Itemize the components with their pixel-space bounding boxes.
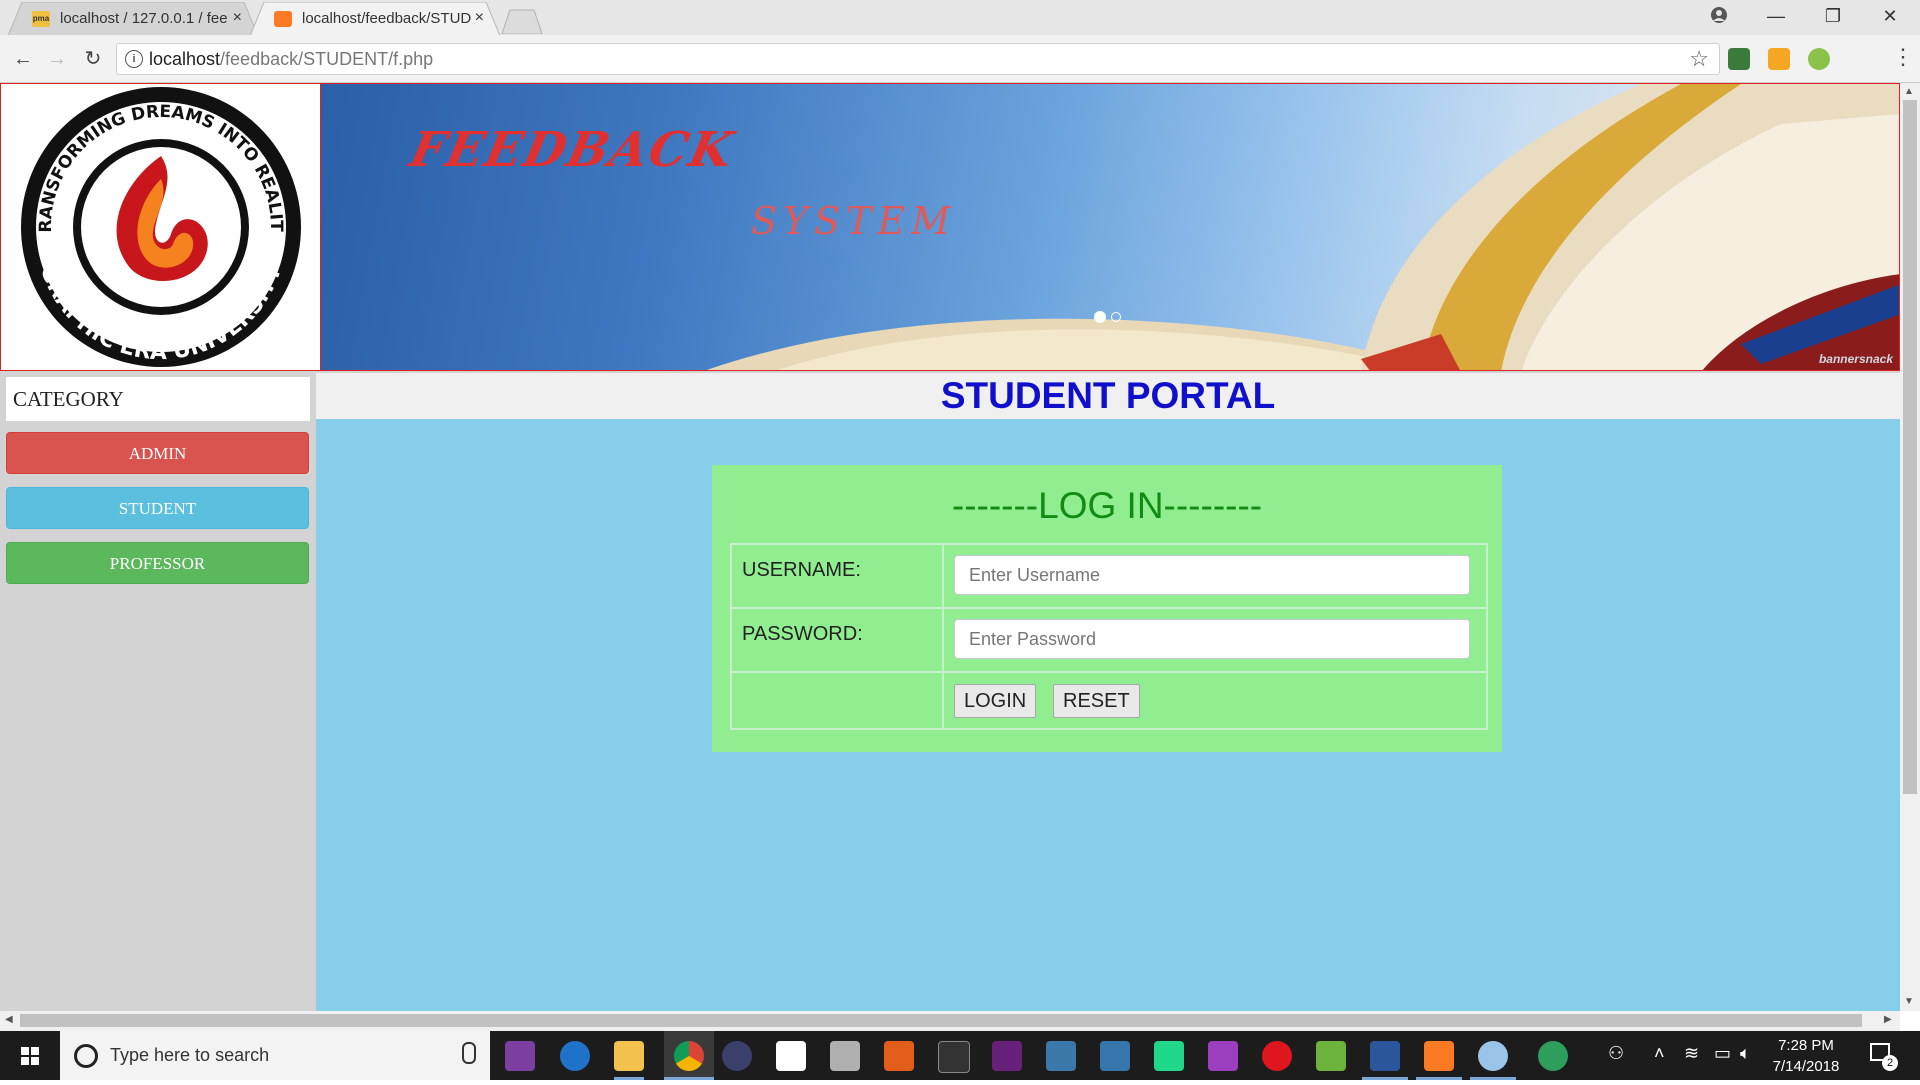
- bannersnack-watermark: bannersnack: [1818, 352, 1893, 366]
- university-logo: TRANSFORMING DREAMS INTO REALITY GRAPHIC…: [0, 83, 321, 371]
- edge-icon[interactable]: [560, 1041, 590, 1071]
- username-input-cell: [943, 544, 1487, 608]
- phpstorm-icon-2[interactable]: [1208, 1041, 1238, 1071]
- extension-shield-icon[interactable]: [1768, 48, 1790, 70]
- windows-logo-icon: [21, 1047, 39, 1065]
- visual-studio-icon[interactable]: [992, 1041, 1022, 1071]
- extension-globe-icon[interactable]: [1728, 48, 1750, 70]
- main-content: -------LOG IN-------- USERNAME: PASSWORD…: [316, 419, 1900, 1011]
- xampp-favicon-icon: [274, 11, 292, 27]
- portal-header: STUDENT PORTAL: [316, 373, 1900, 419]
- login-panel: -------LOG IN-------- USERNAME: PASSWORD…: [712, 465, 1502, 752]
- volume-icon[interactable]: 🔈︎: [1740, 1043, 1751, 1064]
- paint-icon[interactable]: [1478, 1041, 1508, 1071]
- url-text: localhost/feedback/STUDENT/f.php: [149, 49, 434, 69]
- username-label: USERNAME:: [742, 559, 861, 581]
- show-hidden-icons-chevron-icon[interactable]: ˄: [1654, 1043, 1665, 1064]
- login-button[interactable]: LOGIN: [954, 684, 1037, 718]
- start-button[interactable]: [0, 1031, 60, 1080]
- admin-button[interactable]: ADMIN: [6, 432, 309, 474]
- close-window-button[interactable]: ✕: [1862, 0, 1918, 34]
- scroll-right-arrow-icon[interactable]: ▶: [1884, 1014, 1892, 1025]
- page-viewport: TRANSFORMING DREAMS INTO REALITY GRAPHIC…: [0, 83, 1900, 1011]
- wifi-icon[interactable]: ≋: [1684, 1043, 1699, 1064]
- close-icon[interactable]: ×: [233, 9, 242, 27]
- search-placeholder: Type here to search: [110, 1045, 270, 1065]
- reset-button[interactable]: RESET: [1053, 684, 1140, 718]
- info-icon[interactable]: i: [125, 50, 143, 68]
- password-label: PASSWORD:: [742, 623, 863, 645]
- username-label-cell: USERNAME:: [731, 544, 943, 608]
- minimize-button[interactable]: —: [1748, 0, 1804, 34]
- keyboard-app-icon[interactable]: [776, 1041, 806, 1071]
- clock-date: 7/14/2018: [1772, 1058, 1840, 1075]
- banner-subtitle: SYSTEM: [751, 199, 957, 243]
- chrome-icon[interactable]: [674, 1041, 704, 1071]
- login-heading: -------LOG IN--------: [951, 485, 1263, 526]
- password-input-cell: [943, 608, 1487, 672]
- database-icon[interactable]: [830, 1041, 860, 1071]
- eclipse-icon[interactable]: [722, 1041, 752, 1071]
- address-bar[interactable]: i localhost/feedback/STUDENT/f.php ☆: [116, 43, 1720, 75]
- reload-icon[interactable]: ↻: [80, 46, 106, 72]
- professor-button[interactable]: PROFESSOR: [6, 542, 309, 584]
- notification-badge: 2: [1882, 1055, 1898, 1071]
- matlab-icon[interactable]: [884, 1041, 914, 1071]
- phpstorm-icon[interactable]: [505, 1041, 535, 1071]
- banner-slideshow: FEEDBACK SYSTEM bannersnack: [320, 83, 1900, 371]
- tab-phpmyadmin[interactable]: pma localhost / 127.0.0.1 / fee ×: [8, 2, 258, 36]
- bookmark-star-icon[interactable]: ☆: [1689, 46, 1709, 72]
- python-idle-icon[interactable]: [1046, 1041, 1076, 1071]
- tab-title: localhost / 127.0.0.1 / fee: [60, 10, 228, 27]
- extension-face-icon[interactable]: [1808, 48, 1830, 70]
- slide-dot-active[interactable]: [1094, 311, 1106, 323]
- student-button[interactable]: STUDENT: [6, 487, 309, 529]
- new-tab-button[interactable]: [500, 8, 544, 35]
- python-icon[interactable]: [1100, 1041, 1130, 1071]
- terminal-icon[interactable]: [938, 1041, 970, 1073]
- people-icon[interactable]: ⚇: [1608, 1043, 1624, 1064]
- maximize-button[interactable]: ❐: [1805, 0, 1861, 34]
- username-input[interactable]: [954, 555, 1470, 595]
- xampp-icon[interactable]: [1424, 1041, 1454, 1071]
- scroll-up-arrow-icon[interactable]: ▲: [1904, 86, 1914, 97]
- scroll-left-arrow-icon[interactable]: ◀: [5, 1014, 13, 1025]
- page-title: STUDENT PORTAL: [940, 375, 1276, 416]
- vertical-scroll-thumb[interactable]: [1903, 100, 1917, 794]
- windows-taskbar: Type here to search ⚇ ˄ ≋ ▭ 🔈︎ 7:28 PM 7…: [0, 1031, 1920, 1080]
- microphone-icon[interactable]: [462, 1042, 476, 1064]
- activity-monitor-icon[interactable]: [1538, 1041, 1568, 1071]
- category-heading: CATEGORY: [6, 377, 310, 421]
- empty-cell: [731, 672, 943, 729]
- phpmyadmin-favicon-icon: pma: [32, 11, 50, 27]
- password-label-cell: PASSWORD:: [731, 608, 943, 672]
- menu-kebab-icon[interactable]: ⋮: [1892, 46, 1914, 68]
- tab-title: localhost/feedback/STUD: [302, 10, 472, 27]
- scroll-down-arrow-icon[interactable]: ▼: [1904, 996, 1914, 1007]
- banner-title: FEEDBACK: [405, 122, 740, 178]
- password-input[interactable]: [954, 619, 1470, 659]
- file-explorer-icon[interactable]: [614, 1041, 644, 1071]
- pycharm-icon[interactable]: [1154, 1041, 1184, 1071]
- notepad-plus-icon[interactable]: [1316, 1041, 1346, 1071]
- tab-strip: pma localhost / 127.0.0.1 / fee × localh…: [0, 0, 1920, 36]
- close-icon[interactable]: ×: [475, 9, 484, 27]
- horizontal-scroll-thumb[interactable]: [20, 1014, 1862, 1027]
- battery-icon[interactable]: ▭: [1714, 1043, 1731, 1064]
- slide-dot[interactable]: [1111, 312, 1121, 322]
- clock-time: 7:28 PM: [1778, 1037, 1834, 1054]
- system-clock[interactable]: 7:28 PM 7/14/2018: [1764, 1035, 1848, 1077]
- login-form: USERNAME: PASSWORD: LOGIN RESET: [730, 543, 1488, 730]
- category-sidebar: CATEGORY ADMIN STUDENT PROFESSOR: [0, 371, 316, 1011]
- taskbar-search[interactable]: Type here to search: [60, 1031, 490, 1080]
- word-icon[interactable]: [1370, 1041, 1400, 1071]
- forward-arrow-icon[interactable]: →: [44, 46, 70, 72]
- button-cell: LOGIN RESET: [943, 672, 1487, 729]
- back-arrow-icon[interactable]: ←: [10, 46, 36, 72]
- profile-icon[interactable]: [1710, 6, 1728, 24]
- cortana-icon: [74, 1044, 98, 1068]
- opera-icon[interactable]: [1262, 1041, 1292, 1071]
- tab-feedback[interactable]: localhost/feedback/STUD ×: [250, 2, 500, 36]
